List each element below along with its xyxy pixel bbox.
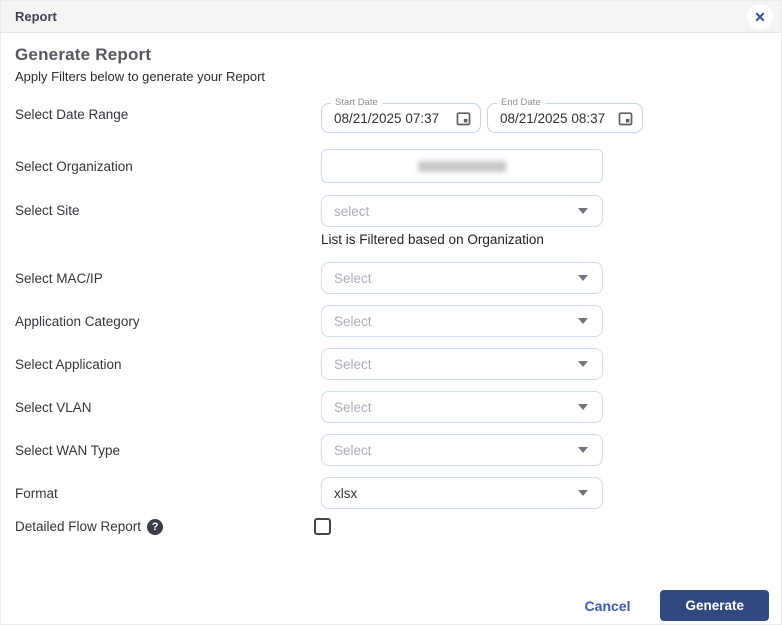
site-helper-text: List is Filtered based on Organization <box>321 232 603 247</box>
row-app-category: Application Category Select <box>15 305 767 337</box>
site-control: select List is Filtered based on Organiz… <box>321 195 603 247</box>
app-category-select[interactable]: Select <box>321 305 603 337</box>
row-application: Select Application Select <box>15 348 767 380</box>
mac-ip-select[interactable]: Select <box>321 262 603 294</box>
mac-ip-label: Select MAC/IP <box>15 271 321 286</box>
detailed-flow-checkbox[interactable] <box>314 518 331 535</box>
close-button[interactable]: ✕ <box>747 4 773 30</box>
chevron-down-icon <box>578 447 588 453</box>
site-select[interactable]: select <box>321 195 603 227</box>
wan-type-label: Select WAN Type <box>15 443 321 458</box>
row-vlan: Select VLAN Select <box>15 391 767 423</box>
chevron-down-icon <box>578 361 588 367</box>
chevron-down-icon <box>578 318 588 324</box>
row-detailed-flow: Detailed Flow Report ? <box>15 518 767 535</box>
calendar-icon[interactable] <box>617 110 634 127</box>
chevron-down-icon <box>578 490 588 496</box>
help-icon-glyph: ? <box>152 521 159 533</box>
cancel-button[interactable]: Cancel <box>585 598 631 614</box>
modal-title: Report <box>15 9 57 24</box>
calendar-icon[interactable] <box>455 110 472 127</box>
date-range-label: Select Date Range <box>15 107 321 122</box>
row-organization: Select Organization <box>15 149 767 183</box>
chevron-down-icon <box>578 208 588 214</box>
chevron-down-icon <box>578 404 588 410</box>
row-date-range: Select Date Range Start Date En <box>15 96 767 133</box>
application-select[interactable]: Select <box>321 348 603 380</box>
wan-type-select-placeholder: Select <box>334 443 372 458</box>
row-mac-ip: Select MAC/IP Select <box>15 262 767 294</box>
mac-ip-select-placeholder: Select <box>334 271 372 286</box>
app-category-label: Application Category <box>15 314 321 329</box>
modal-footer: Cancel Generate <box>585 590 769 621</box>
application-select-placeholder: Select <box>334 357 372 372</box>
organization-value-redacted <box>418 161 506 172</box>
site-select-placeholder: select <box>334 204 369 219</box>
help-icon[interactable]: ? <box>147 519 163 535</box>
report-filter-form: Select Date Range Start Date En <box>15 96 767 535</box>
detailed-flow-label-group: Detailed Flow Report ? <box>15 519 321 535</box>
end-date-float-label: End Date <box>497 97 545 108</box>
start-date-field[interactable]: Start Date <box>321 103 481 133</box>
site-label: Select Site <box>15 195 321 218</box>
start-date-float-label: Start Date <box>331 97 382 108</box>
row-format: Format xlsx <box>15 477 767 509</box>
wan-type-select[interactable]: Select <box>321 434 603 466</box>
end-date-input[interactable] <box>500 111 614 126</box>
organization-input[interactable] <box>321 149 603 183</box>
row-wan-type: Select WAN Type Select <box>15 434 767 466</box>
end-date-field[interactable]: End Date <box>487 103 643 133</box>
vlan-select-placeholder: Select <box>334 400 372 415</box>
organization-label: Select Organization <box>15 159 321 174</box>
format-select[interactable]: xlsx <box>321 477 603 509</box>
application-label: Select Application <box>15 357 321 372</box>
vlan-label: Select VLAN <box>15 400 321 415</box>
format-select-value: xlsx <box>334 486 357 501</box>
date-fields: Start Date End Date <box>321 96 643 133</box>
page-title: Generate Report <box>15 45 767 65</box>
format-label: Format <box>15 486 321 501</box>
modal-content: Generate Report Apply Filters below to g… <box>1 33 781 535</box>
start-date-input[interactable] <box>334 111 448 126</box>
close-icon: ✕ <box>754 10 766 24</box>
chevron-down-icon <box>578 275 588 281</box>
app-category-select-placeholder: Select <box>334 314 372 329</box>
report-modal: Report ✕ Generate Report Apply Filters b… <box>0 0 782 625</box>
row-site: Select Site select List is Filtered base… <box>15 195 767 247</box>
page-subtitle: Apply Filters below to generate your Rep… <box>15 69 767 84</box>
generate-button[interactable]: Generate <box>660 590 769 621</box>
modal-header: Report ✕ <box>1 1 781 33</box>
vlan-select[interactable]: Select <box>321 391 603 423</box>
detailed-flow-label: Detailed Flow Report <box>15 519 141 534</box>
